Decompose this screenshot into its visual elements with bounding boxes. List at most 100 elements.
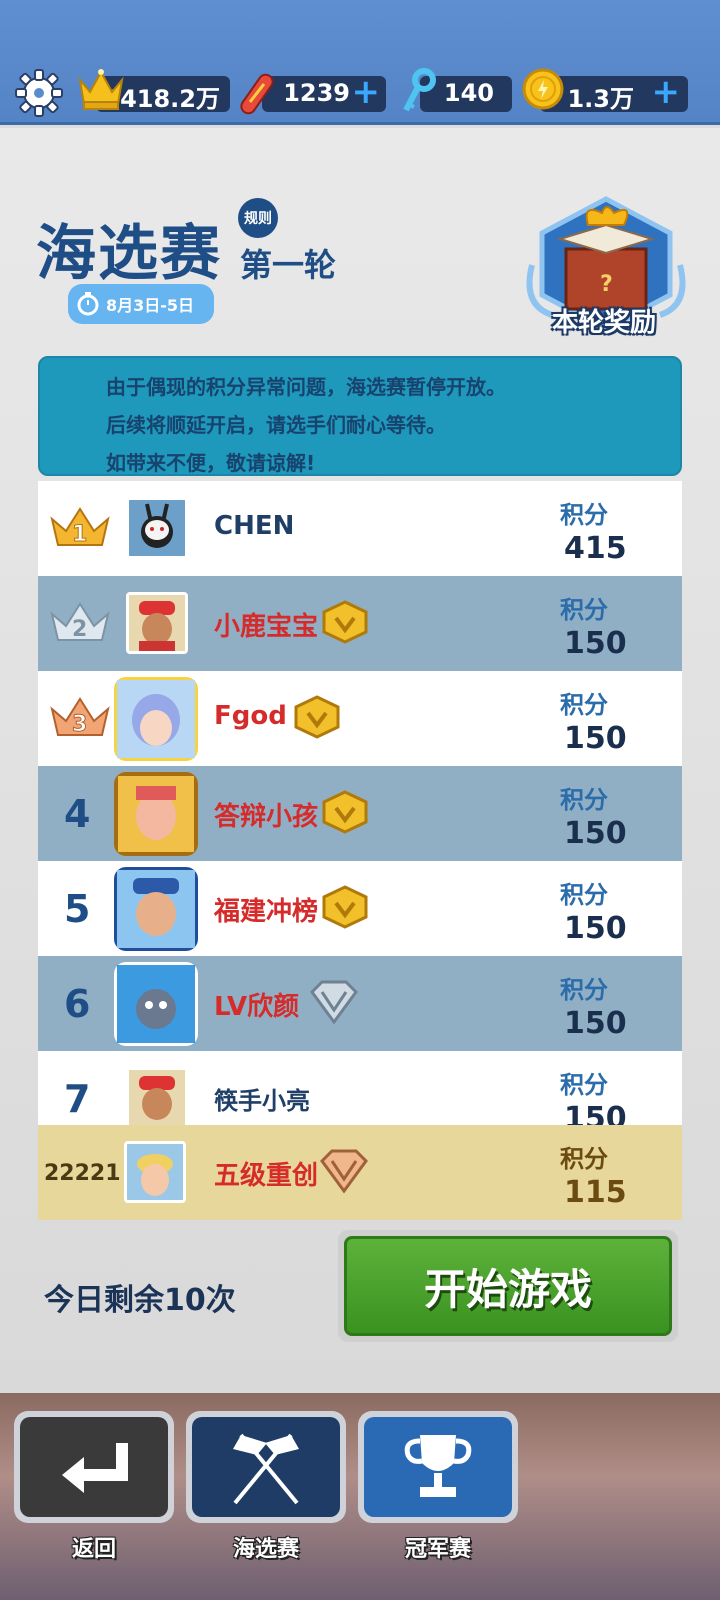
score-label: 积分: [560, 1071, 608, 1099]
leaderboard-row[interactable]: 4 答辩小孩 积分 150: [38, 766, 682, 861]
gold-medal-icon: [322, 790, 368, 834]
player-name: 福建冲榜: [214, 897, 319, 927]
score-label: 积分: [560, 881, 608, 909]
championship-tab[interactable]: [358, 1411, 518, 1523]
start-game-label: 开始游戏: [344, 1236, 672, 1336]
board-icon: [240, 73, 274, 115]
gold-medal-icon: [294, 695, 340, 739]
rank-number: 3: [72, 712, 87, 737]
score-value: 415: [564, 531, 627, 566]
player-name: LV欣颜: [214, 992, 300, 1022]
rank-number: 7: [64, 1077, 91, 1121]
championship-label: 冠军赛: [404, 1537, 471, 1562]
key-icon: [403, 68, 436, 112]
coin-icon: [522, 68, 564, 110]
gold-medal-icon: [322, 600, 368, 644]
rank-number: 6: [64, 982, 91, 1026]
my-score-value: 115: [564, 1175, 627, 1210]
rank-number: 2: [72, 617, 87, 642]
score-label: 积分: [560, 501, 608, 529]
stopwatch-icon: [77, 292, 99, 316]
my-player-name: 五级重创: [214, 1161, 319, 1191]
gold-medal-icon: [322, 885, 368, 929]
reward-label: 本轮奖励: [552, 308, 657, 338]
avatar: [114, 867, 198, 951]
notice-banner: 由于偶现的积分异常问题，海选赛暂停开放。 后续将顺延开启，请选手们耐心等待。 如…: [38, 356, 682, 476]
start-game-button[interactable]: 开始游戏: [338, 1230, 678, 1342]
audition-label: 海选赛: [232, 1537, 299, 1562]
add-boards-button[interactable]: +: [352, 72, 381, 112]
player-name: 小鹿宝宝: [214, 612, 319, 642]
score-label: 积分: [560, 976, 608, 1004]
notice-line-3: 如带来不便，敬请谅解!: [106, 451, 316, 475]
remaining-attempts: 今日剩余10次: [44, 1283, 236, 1318]
boards-value: 1239: [283, 79, 350, 107]
round-label: 第一轮: [240, 246, 337, 284]
rank-number: 5: [64, 887, 91, 931]
bronze-medal-icon: [320, 1149, 368, 1194]
player-name: Fgod: [214, 701, 287, 731]
leaderboard-row[interactable]: 3 Fgod 积分 150: [38, 671, 682, 766]
avatar: [114, 962, 198, 1046]
score-value: 150: [564, 911, 627, 946]
silver-crown-rank-icon: 2: [50, 602, 110, 642]
date-range-text: 8月3日-5日: [106, 296, 195, 315]
settings-button[interactable]: [14, 68, 64, 118]
score-value: 150: [564, 626, 627, 661]
date-range-pill: 8月3日-5日: [68, 284, 214, 324]
avatar: [126, 592, 188, 654]
score-value: 150: [564, 816, 627, 851]
gold-crown-rank-icon: 1: [50, 507, 110, 548]
avatar: [114, 772, 198, 856]
audition-tab[interactable]: [186, 1411, 346, 1523]
rank-number: 1: [72, 522, 87, 547]
player-name: 筷手小亮: [214, 1087, 310, 1115]
score-label: 积分: [560, 596, 608, 624]
leaderboard-row[interactable]: 6 LV欣颜 积分 150: [38, 956, 682, 1051]
score-label: 积分: [560, 691, 608, 719]
score-value: 150: [564, 721, 627, 756]
gear-icon: [15, 69, 63, 117]
coins-value: 1.3万: [567, 85, 634, 113]
score-label: 积分: [560, 786, 608, 814]
player-face-icon: [117, 965, 195, 1043]
page-title: 海选赛: [36, 219, 222, 289]
player-face-icon: [118, 776, 194, 852]
leaderboard-row[interactable]: 5 福建冲榜 积分 150: [38, 861, 682, 956]
my-score-label: 积分: [560, 1145, 608, 1173]
keys-value: 140: [443, 79, 494, 107]
avatar: [114, 677, 198, 761]
leaderboard-row[interactable]: 2 小鹿宝宝 积分 150: [38, 576, 682, 671]
crossed-flags-icon: [233, 1433, 299, 1505]
notice-line-2: 后续将顺延开启，请选手们耐心等待。: [106, 413, 446, 437]
leaderboard-list[interactable]: 1 CHEN 积分 415 2 小鹿宝宝 积分 150 3 Fgod 积分 15…: [38, 481, 682, 1221]
diamond-medal-icon: [310, 980, 358, 1025]
boards-counter: 1239 +: [262, 72, 386, 112]
player-face-icon: [117, 680, 195, 758]
notice-line-1: 由于偶现的积分异常问题，海选赛暂停开放。: [106, 375, 506, 399]
back-label: 返回: [71, 1537, 116, 1562]
my-avatar: [124, 1141, 186, 1203]
player-face-icon: [117, 870, 195, 948]
avatar: [126, 497, 188, 559]
rules-button[interactable]: 规则: [238, 198, 278, 238]
back-button[interactable]: [14, 1411, 174, 1523]
back-arrow-icon: [62, 1443, 128, 1493]
add-coins-button[interactable]: +: [652, 72, 681, 112]
leaderboard-row[interactable]: 1 CHEN 积分 415: [38, 481, 682, 576]
svg-text:?: ?: [600, 272, 613, 297]
trophy-icon: [404, 1435, 472, 1497]
rank-number: 4: [64, 792, 91, 836]
player-face-icon: [127, 1144, 183, 1200]
player-face-icon: [129, 595, 185, 651]
top-bar: 4418.2万 1239 + 140 1.3万 +: [0, 0, 720, 125]
player-name: CHEN: [214, 511, 295, 541]
bottom-nav: 返回 海选赛 冠军赛: [0, 1393, 720, 1600]
avatar: [126, 1067, 188, 1129]
rabbit-mask-icon: [129, 500, 185, 556]
score-value: 150: [564, 1006, 627, 1041]
player-face-icon: [129, 1070, 185, 1126]
bronze-crown-rank-icon: 3: [50, 697, 110, 738]
my-rank-number: 22221: [44, 1161, 121, 1186]
player-name: 答辩小孩: [214, 802, 319, 832]
